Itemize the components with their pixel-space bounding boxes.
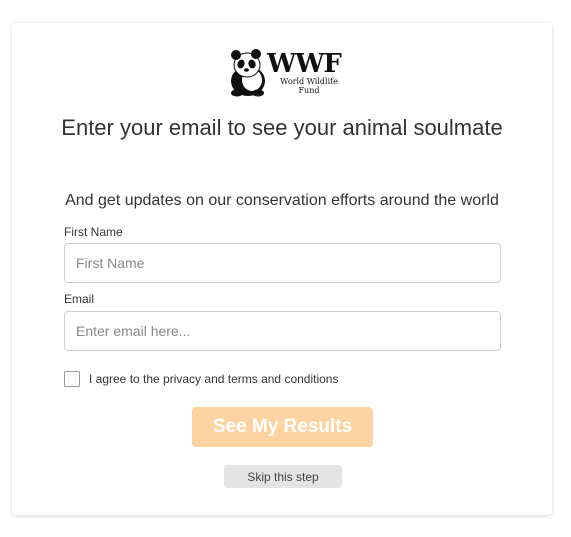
logo-subtitle: World Wildlife Fund	[280, 77, 338, 95]
panda-icon	[231, 49, 265, 97]
wwf-logo: WWF World Wildlife Fund	[227, 49, 342, 97]
logo-brand-text: WWF	[267, 49, 342, 79]
page-title: Enter your email to see your animal soul…	[61, 115, 503, 140]
agree-checkbox[interactable]	[64, 371, 80, 387]
signup-card: WWF World Wildlife Fund Enter your email…	[12, 23, 552, 515]
see-results-button[interactable]: See My Results	[192, 407, 373, 447]
first-name-label: First Name	[64, 225, 123, 239]
first-name-input[interactable]	[64, 243, 501, 283]
skip-step-button[interactable]: Skip this step	[224, 465, 342, 488]
page-subtitle: And get updates on our conservation effo…	[65, 192, 499, 209]
email-label: Email	[64, 292, 95, 306]
email-input[interactable]	[64, 311, 501, 351]
agree-label: I agree to the privacy and terms and con…	[89, 372, 339, 386]
